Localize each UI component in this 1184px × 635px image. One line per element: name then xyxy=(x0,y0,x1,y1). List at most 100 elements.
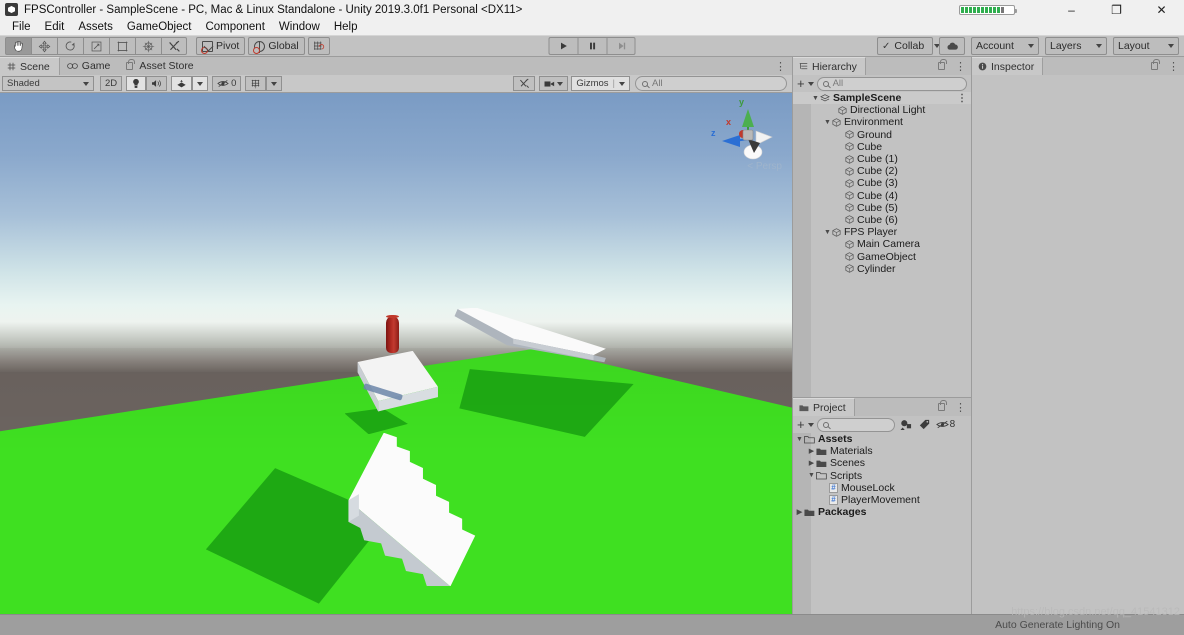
hierarchy-row-environment[interactable]: Environment xyxy=(793,116,971,128)
project-row-scenes[interactable]: Scenes xyxy=(793,457,971,469)
grid-snapping-button[interactable] xyxy=(307,37,330,55)
custom-editor-tool-button[interactable] xyxy=(161,37,187,55)
tab-project[interactable]: Project xyxy=(793,398,855,416)
chevron-down-icon[interactable] xyxy=(795,436,804,443)
hierarchy-row-fps-player[interactable]: FPS Player xyxy=(793,226,971,238)
hierarchy-row-cube-4[interactable]: Cube (4) xyxy=(793,190,971,202)
project-row-scripts[interactable]: Scripts xyxy=(793,470,971,482)
menu-file[interactable]: File xyxy=(5,19,38,36)
menu-edit[interactable]: Edit xyxy=(38,19,72,36)
collab-button[interactable]: ✓ Collab xyxy=(877,37,941,55)
project-row-mouselock[interactable]: # MouseLock xyxy=(793,482,971,494)
hierarchy-row-cylinder[interactable]: Cylinder xyxy=(793,263,971,275)
2d-toggle-button[interactable]: 2D xyxy=(100,76,123,91)
project-tree[interactable]: Assets Materials Scenes xyxy=(793,433,971,614)
move-tool-button[interactable] xyxy=(31,37,57,55)
project-row-materials[interactable]: Materials xyxy=(793,445,971,457)
tab-asset-store[interactable]: Asset Store xyxy=(119,57,203,75)
scene-grid-toggle[interactable]: Y xyxy=(245,76,267,91)
lock-icon[interactable] xyxy=(938,400,947,411)
lock-icon[interactable] xyxy=(1151,59,1160,70)
scene-audio-toggle[interactable] xyxy=(146,76,168,91)
cylinder-object[interactable] xyxy=(386,315,400,354)
scene-search-input[interactable]: All xyxy=(635,76,787,91)
chevron-right-icon[interactable] xyxy=(807,459,816,467)
scene-visibility-toggle[interactable]: 0 xyxy=(212,76,242,91)
hierarchy-row-directional-light[interactable]: Directional Light xyxy=(793,104,971,116)
project-row-packages[interactable]: Packages xyxy=(793,506,971,518)
hierarchy-row-gameobject[interactable]: GameObject xyxy=(793,250,971,263)
minimize-button[interactable]: – xyxy=(1049,0,1094,19)
chevron-down-icon[interactable] xyxy=(807,472,816,479)
hierarchy-row-cube-3[interactable]: Cube (3) xyxy=(793,177,971,189)
menu-gameobject[interactable]: GameObject xyxy=(120,19,199,36)
filter-type-icon[interactable] xyxy=(898,418,914,432)
hierarchy-row-cube-1[interactable]: Cube (1) xyxy=(793,153,971,165)
cloud-button[interactable] xyxy=(939,37,965,55)
component-tools-button[interactable] xyxy=(513,76,536,91)
scene-viewport[interactable]: y x z < Persp xyxy=(0,93,792,614)
draw-mode-dropdown[interactable]: Shaded xyxy=(2,76,94,91)
hierarchy-tree[interactable]: SampleScene ⋮ Directional Light Environm… xyxy=(793,92,971,397)
hierarchy-row-samplescene[interactable]: SampleScene ⋮ xyxy=(793,92,971,105)
status-bar[interactable]: Auto Generate Lighting On xyxy=(0,614,1184,635)
chevron-right-icon[interactable] xyxy=(795,508,804,516)
menu-window[interactable]: Window xyxy=(272,19,327,36)
scene-lighting-toggle[interactable] xyxy=(126,76,147,91)
maximize-button[interactable]: ❐ xyxy=(1094,0,1139,19)
hierarchy-row-main-camera[interactable]: Main Camera xyxy=(793,238,971,250)
lock-icon[interactable] xyxy=(938,59,947,70)
staircase-object[interactable] xyxy=(348,432,479,587)
rotate-tool-button[interactable] xyxy=(57,37,83,55)
scene-panel-menu-icon[interactable]: ⋮ xyxy=(769,59,792,75)
scene-grid-dropdown[interactable] xyxy=(266,76,283,91)
project-search-input[interactable] xyxy=(816,417,895,432)
hand-tool-button[interactable] xyxy=(5,37,31,55)
chevron-down-icon[interactable] xyxy=(823,229,832,236)
project-menu-icon[interactable]: ⋮ xyxy=(950,401,971,414)
chevron-right-icon[interactable] xyxy=(807,447,816,455)
project-row-assets[interactable]: Assets xyxy=(793,433,971,445)
project-add-button[interactable]: + xyxy=(797,417,814,432)
scene-fx-toggle[interactable] xyxy=(171,76,193,91)
tab-inspector[interactable]: Inspector xyxy=(972,57,1044,75)
scene-fx-dropdown[interactable] xyxy=(192,76,209,91)
ramp-object[interactable] xyxy=(451,307,606,379)
account-dropdown[interactable]: Account xyxy=(971,37,1039,55)
hierarchy-add-button[interactable]: + xyxy=(797,76,814,91)
chevron-down-icon[interactable] xyxy=(823,119,832,126)
pivot-toggle-button[interactable]: Pivot xyxy=(196,37,246,55)
scene-context-menu-icon[interactable]: ⋮ xyxy=(957,93,967,104)
hierarchy-menu-icon[interactable]: ⋮ xyxy=(950,60,971,73)
layout-dropdown[interactable]: Layout xyxy=(1113,37,1179,55)
rect-tool-button[interactable] xyxy=(109,37,135,55)
tab-scene[interactable]: Scene xyxy=(0,57,60,75)
gizmos-dropdown[interactable]: Gizmos | xyxy=(571,76,630,91)
tab-game[interactable]: Game xyxy=(59,57,120,75)
cube-platform-object[interactable] xyxy=(345,350,438,416)
inspector-menu-icon[interactable]: ⋮ xyxy=(1163,60,1184,73)
scale-tool-button[interactable] xyxy=(83,37,109,55)
perspective-mode-label[interactable]: < Persp xyxy=(747,161,782,172)
step-button[interactable] xyxy=(606,37,636,55)
filter-label-icon[interactable] xyxy=(917,418,933,432)
project-hidden-count[interactable]: 8 xyxy=(935,419,955,430)
close-button[interactable]: ✕ xyxy=(1139,0,1184,19)
hierarchy-row-cube-2[interactable]: Cube (2) xyxy=(793,165,971,177)
handle-space-toggle-button[interactable]: Global xyxy=(248,37,305,55)
hierarchy-search-input[interactable]: All xyxy=(816,76,967,91)
menu-component[interactable]: Component xyxy=(198,19,271,36)
hierarchy-row-cube-5[interactable]: Cube (5) xyxy=(793,202,971,214)
transform-tool-button[interactable] xyxy=(135,37,161,55)
chevron-down-icon[interactable] xyxy=(811,95,820,102)
hierarchy-row-ground[interactable]: Ground xyxy=(793,129,971,141)
layers-dropdown[interactable]: Layers xyxy=(1045,37,1107,55)
pause-button[interactable] xyxy=(577,37,607,55)
hierarchy-row-cube[interactable]: Cube xyxy=(793,141,971,153)
scene-camera-button[interactable] xyxy=(539,76,569,91)
project-row-playermovement[interactable]: # PlayerMovement xyxy=(793,494,971,506)
menu-assets[interactable]: Assets xyxy=(71,19,120,36)
menu-help[interactable]: Help xyxy=(327,19,365,36)
tab-hierarchy[interactable]: Hierarchy xyxy=(793,57,866,75)
hierarchy-row-cube-6[interactable]: Cube (6) xyxy=(793,214,971,226)
